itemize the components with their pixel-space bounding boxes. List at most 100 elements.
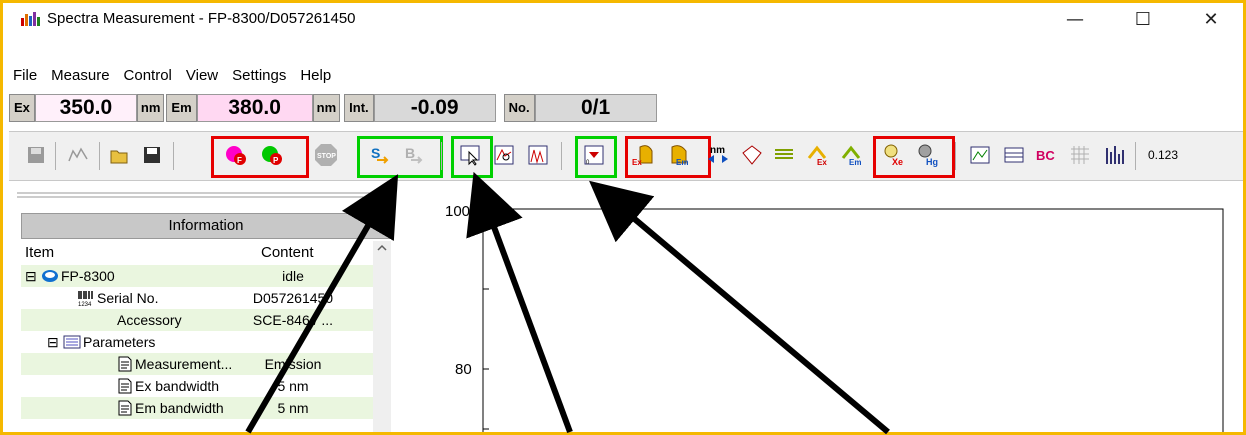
em-value: 380.0 bbox=[196, 94, 313, 122]
column-content[interactable]: Content bbox=[261, 244, 314, 261]
xenon-lamp-icon[interactable]: Xe bbox=[881, 142, 907, 168]
chart-window-icon[interactable] bbox=[967, 142, 993, 168]
ex-unit: nm bbox=[136, 94, 165, 122]
tree-item-content: Emission bbox=[264, 356, 322, 372]
tree-item-label: Measurement... bbox=[135, 356, 233, 372]
chart-svg: 100 80 bbox=[445, 203, 1224, 432]
tree-row-accessory[interactable]: Accessory SCE-846 / ... bbox=[21, 309, 373, 331]
ex-label: Ex bbox=[9, 94, 35, 122]
peak-list-icon[interactable] bbox=[1101, 142, 1127, 168]
no-label: No. bbox=[503, 94, 535, 122]
minimize-button[interactable]: — bbox=[1053, 7, 1097, 33]
peak-view-icon[interactable] bbox=[525, 142, 551, 168]
stop-icon[interactable]: STOP bbox=[313, 142, 339, 168]
tree-item-content: SCE-846 / ... bbox=[252, 312, 334, 328]
tree-item-content: D057261450 bbox=[252, 290, 334, 306]
collapse-toggle-icon[interactable]: ⊟ bbox=[47, 331, 59, 353]
open-file-icon[interactable] bbox=[107, 142, 133, 168]
svg-text:S: S bbox=[371, 145, 380, 161]
decimal-format-icon[interactable]: 0.123 bbox=[1145, 142, 1181, 168]
svg-text:P: P bbox=[273, 156, 279, 165]
close-button[interactable]: ✕ bbox=[1189, 7, 1233, 33]
int-value: -0.09 bbox=[373, 94, 496, 122]
auto-zero-icon[interactable]: 0 bbox=[581, 142, 607, 168]
tree-row-device[interactable]: ⊟ FP-8300 idle bbox=[21, 265, 373, 287]
svg-text:Hg: Hg bbox=[926, 157, 938, 167]
em-spectrum-icon[interactable]: Em bbox=[839, 142, 865, 168]
spectrum-chart[interactable]: 100 80 bbox=[407, 189, 1243, 432]
menu-control[interactable]: Control bbox=[124, 67, 172, 84]
document-icon bbox=[118, 400, 132, 416]
plot-area bbox=[482, 208, 1224, 432]
tree-item-label: Accessory bbox=[117, 312, 182, 328]
fluorescence-icon[interactable]: F bbox=[223, 142, 249, 168]
menu-file[interactable]: File bbox=[13, 67, 37, 84]
window-title: Spectra Measurement - FP-8300/D057261450 bbox=[47, 10, 356, 27]
tree-row-measurement[interactable]: Measurement... Emission bbox=[21, 353, 373, 375]
ex-spectrum-icon[interactable]: Ex bbox=[805, 142, 831, 168]
spectrum-settings-icon[interactable] bbox=[771, 142, 797, 168]
save-disabled-icon[interactable] bbox=[23, 142, 49, 168]
menu-settings[interactable]: Settings bbox=[232, 67, 286, 84]
panel-scrollbar[interactable] bbox=[373, 241, 391, 432]
panel-header: Information bbox=[21, 213, 391, 239]
wavelength-move-icon[interactable]: nm bbox=[705, 142, 731, 168]
sample-icon[interactable]: S bbox=[367, 142, 393, 168]
app-icon bbox=[21, 12, 40, 26]
em-shutter-icon[interactable]: Em bbox=[667, 142, 693, 168]
svg-text:Em: Em bbox=[849, 158, 861, 166]
status-readout-bar: Ex 350.0 nm Em 380.0 nm Int. -0.09 No. 0… bbox=[9, 91, 657, 125]
parameters-icon bbox=[63, 335, 81, 349]
tree-row-em-bandwidth[interactable]: Em bandwidth 5 nm bbox=[21, 397, 373, 419]
tree-item-label: Em bandwidth bbox=[135, 400, 224, 416]
tree-item-content: idle bbox=[282, 268, 304, 284]
ex-value: 350.0 bbox=[34, 94, 137, 122]
menu-view[interactable]: View bbox=[186, 67, 218, 84]
document-icon bbox=[118, 378, 132, 394]
collapse-toggle-icon[interactable]: ⊟ bbox=[25, 265, 37, 287]
toolbar: F P STOP S B 0 Ex Em nm Ex Em Xe Hg BC 0… bbox=[9, 131, 1243, 181]
blank-icon[interactable]: B bbox=[401, 142, 427, 168]
ex-shutter-icon[interactable]: Ex bbox=[631, 142, 657, 168]
em-label: Em bbox=[166, 94, 197, 122]
tree-item-label: Parameters bbox=[83, 334, 156, 350]
mercury-lamp-icon[interactable]: Hg bbox=[915, 142, 941, 168]
tree-row-parameters[interactable]: ⊟ Parameters bbox=[21, 331, 373, 353]
svg-text:Ex: Ex bbox=[632, 158, 642, 167]
y-tick-label: 100 bbox=[445, 203, 470, 220]
menu-bar: File Measure Control View Settings Help bbox=[3, 64, 1243, 88]
no-value: 0/1 bbox=[534, 94, 657, 122]
document-icon bbox=[118, 356, 132, 372]
grid-icon[interactable] bbox=[1067, 142, 1093, 168]
em-unit: nm bbox=[312, 94, 341, 122]
menu-measure[interactable]: Measure bbox=[51, 67, 109, 84]
table-view-icon[interactable] bbox=[1001, 142, 1027, 168]
save-file-icon[interactable] bbox=[139, 142, 165, 168]
wavelength-scan-icon[interactable] bbox=[65, 142, 91, 168]
maximize-button[interactable]: ☐ bbox=[1121, 7, 1165, 33]
tree-item-label: Serial No. bbox=[97, 290, 159, 306]
y-tick-label: 80 bbox=[455, 361, 472, 378]
application-window: Spectra Measurement - FP-8300/D057261450… bbox=[0, 0, 1246, 435]
tree-row-serial[interactable]: 1234 Serial No. D057261450 bbox=[21, 287, 373, 309]
column-headers: Item Content bbox=[21, 241, 389, 265]
barcode-icon: 1234 bbox=[78, 291, 93, 306]
tree-row-ex-bandwidth[interactable]: Ex bandwidth 5 nm bbox=[21, 375, 373, 397]
panel-gripper[interactable]: × bbox=[17, 189, 395, 203]
svg-text:Em: Em bbox=[676, 158, 688, 167]
menu-help[interactable]: Help bbox=[300, 67, 331, 84]
tree-item-label: FP-8300 bbox=[61, 268, 115, 284]
spectrum-view-icon[interactable] bbox=[491, 142, 517, 168]
baseline-correction-icon[interactable]: BC bbox=[1033, 142, 1059, 168]
svg-text:×: × bbox=[385, 189, 394, 202]
svg-text:F: F bbox=[237, 156, 242, 165]
column-item[interactable]: Item bbox=[25, 244, 54, 261]
info-tree: ⊟ FP-8300 idle 1234 Serial No. D05726145… bbox=[21, 265, 373, 419]
information-panel: × Information Item Content ⊟ FP-8300 idl… bbox=[17, 189, 395, 432]
cursor-select-icon[interactable] bbox=[457, 142, 483, 168]
phosphorescence-icon[interactable]: P bbox=[259, 142, 285, 168]
svg-text:BC: BC bbox=[1036, 148, 1055, 163]
gem-icon[interactable] bbox=[739, 142, 765, 168]
scroll-up-icon[interactable] bbox=[373, 241, 391, 255]
tree-item-content: 5 nm bbox=[277, 400, 309, 416]
